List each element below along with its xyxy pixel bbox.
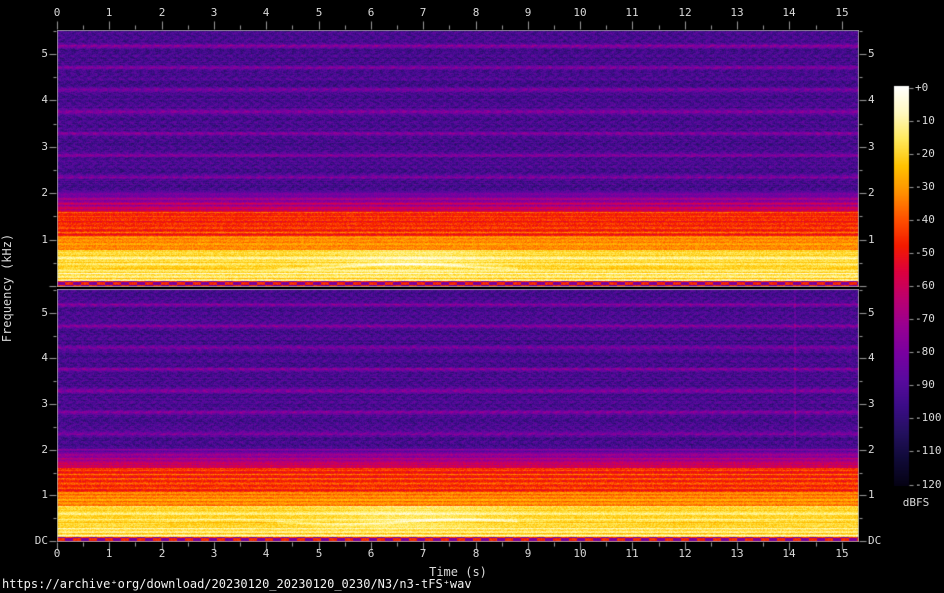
source-url-text: https://archive⁺org/download/20230120_20… <box>2 577 472 591</box>
spectrogram-channel-2 <box>57 289 859 542</box>
frequency-axis-label: Frequency (kHz) <box>0 188 14 388</box>
spectrogram-screen: Frequency (kHz) 001122334455667788991010… <box>0 0 944 593</box>
spectrogram-channel-1 <box>57 30 859 287</box>
colorbar-unit-label: dBFS <box>893 496 939 509</box>
